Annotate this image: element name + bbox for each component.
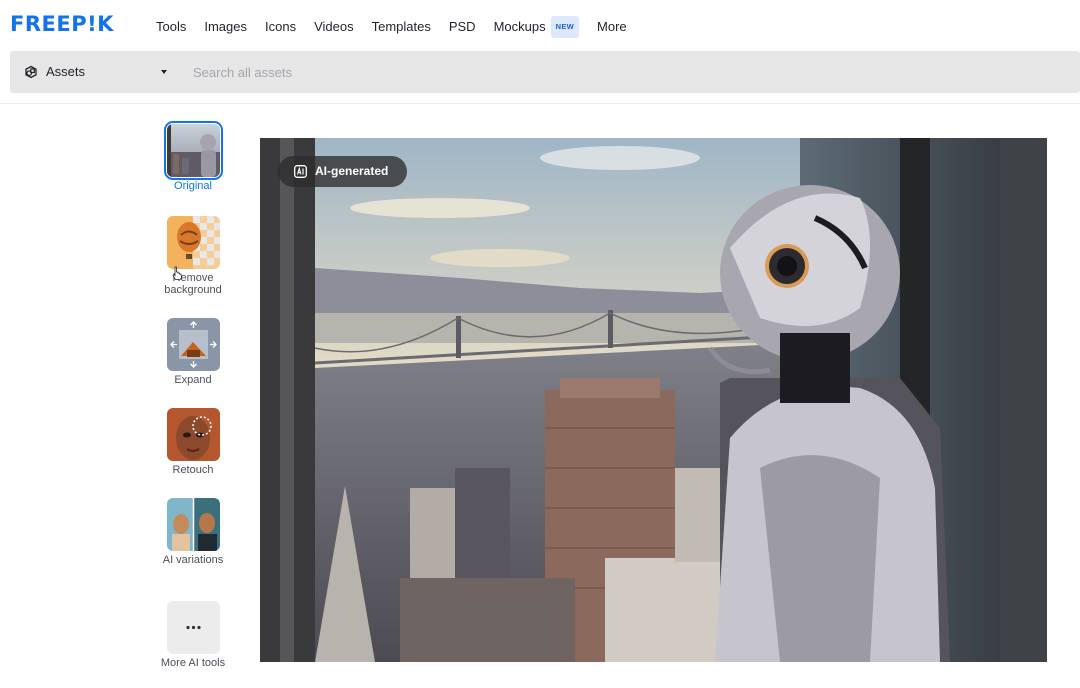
- nav-mockups[interactable]: Mockups NEW: [493, 16, 580, 38]
- tool-original-label: Original: [174, 180, 212, 192]
- tool-expand-label: Expand: [174, 374, 212, 386]
- tool-ai-variations-label: AI variations: [162, 554, 224, 566]
- nav-videos[interactable]: Videos: [314, 18, 354, 36]
- robot-city-image: [260, 138, 1047, 662]
- main-image[interactable]: AI-generated: [260, 138, 1047, 662]
- nav-more[interactable]: More: [597, 18, 627, 36]
- tool-more-ai-tools-label: More AI tools: [160, 657, 226, 669]
- tool-ai-variations[interactable]: AI variations: [153, 498, 233, 566]
- tool-more-ai-tools[interactable]: More AI tools: [153, 601, 233, 669]
- asset-type-dropdown[interactable]: Assets: [10, 51, 188, 93]
- tool-retouch-label: Retouch: [172, 464, 214, 476]
- search-bar: Assets: [10, 51, 1080, 93]
- more-ai-tools-thumbnail: [166, 601, 220, 654]
- tool-expand[interactable]: Expand: [153, 318, 233, 386]
- remove-background-thumbnail: [166, 216, 220, 269]
- nav-tools[interactable]: Tools: [156, 18, 186, 36]
- top-navigation: FREEP!K Tools Images Icons Videos Templa…: [0, 0, 1080, 50]
- retouch-thumbnail: [166, 408, 220, 461]
- ai-badge-icon: [294, 165, 307, 178]
- hand-cursor-icon: [172, 266, 182, 280]
- assets-icon: [25, 65, 37, 79]
- chevron-down-icon: [161, 70, 167, 74]
- tool-original[interactable]: Original: [153, 121, 233, 192]
- header-divider: [0, 103, 1080, 104]
- tool-remove-background-label: Remove background: [164, 272, 222, 296]
- more-dots-icon: [185, 625, 201, 630]
- freepik-logo[interactable]: FREEP!K: [10, 12, 114, 36]
- nav-mockups-label: Mockups: [493, 19, 546, 34]
- original-thumbnail: [163, 121, 223, 180]
- nav-icons[interactable]: Icons: [265, 18, 296, 36]
- tool-retouch[interactable]: Retouch: [153, 408, 233, 476]
- tool-remove-background[interactable]: Remove background: [153, 216, 233, 296]
- nav-psd[interactable]: PSD: [449, 18, 476, 36]
- asset-type-label: Assets: [46, 64, 86, 79]
- search-input[interactable]: [190, 59, 1056, 85]
- main-nav: Tools Images Icons Videos Templates PSD …: [156, 16, 645, 38]
- nav-templates[interactable]: Templates: [372, 18, 431, 36]
- ai-variations-thumbnail: [166, 498, 220, 551]
- ai-generated-badge: AI-generated: [278, 156, 407, 187]
- new-badge: NEW: [550, 16, 580, 38]
- expand-thumbnail: [166, 318, 220, 371]
- nav-images[interactable]: Images: [204, 18, 247, 36]
- ai-generated-label: AI-generated: [315, 164, 389, 178]
